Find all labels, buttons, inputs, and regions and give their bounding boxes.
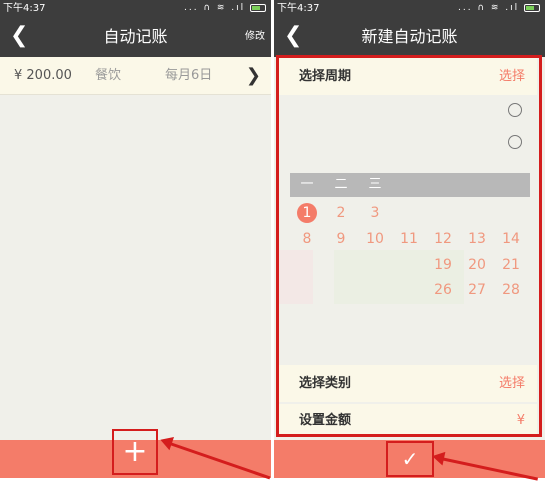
- signal-icon: ... ∩ ≋ .ıl: [183, 3, 246, 13]
- battery-icon: [250, 3, 266, 12]
- title-bar: ❮ 新建自动记账: [274, 17, 545, 57]
- confirm-button[interactable]: ✓: [386, 441, 434, 477]
- entry-schedule: 每月6日: [165, 68, 213, 83]
- auto-bookkeeping-screen: 下午4:37 ... ∩ ≋ .ıl ❮ 自动记账 修改 ¥ 200.00 餐饮…: [0, 0, 271, 478]
- add-button[interactable]: +: [112, 429, 158, 475]
- status-icons: ... ∩ ≋ .ıl: [184, 0, 266, 17]
- entry-category: 餐饮: [95, 68, 122, 83]
- list-item[interactable]: ¥ 200.00 餐饮 每月6日 ❯: [0, 57, 271, 95]
- status-bar: 下午4:37 ... ∩ ≋ .ıl: [0, 0, 271, 17]
- status-time: 下午4:37: [277, 3, 320, 14]
- page-title: 自动记账: [103, 27, 168, 46]
- status-bar: 下午4:37 ... ∩ ≋ .ıl: [274, 0, 545, 17]
- signal-icon: ... ∩ ≋ .ıl: [457, 3, 520, 13]
- status-time: 下午4:37: [3, 3, 46, 14]
- title-bar: ❮ 自动记账 修改: [0, 17, 271, 57]
- entry-amount: ¥ 200.00: [14, 68, 72, 83]
- edit-button[interactable]: 修改: [245, 17, 265, 57]
- chevron-right-icon: ❯: [245, 65, 261, 86]
- highlight-frame: [276, 55, 542, 437]
- page-title: 新建自动记账: [361, 27, 458, 46]
- battery-icon: [524, 3, 540, 12]
- new-auto-bookkeeping-screen: 下午4:37 ... ∩ ≋ .ıl ❮ 新建自动记账 选择周期 选择 一 二 …: [274, 0, 545, 478]
- status-icons: ... ∩ ≋ .ıl: [458, 0, 540, 17]
